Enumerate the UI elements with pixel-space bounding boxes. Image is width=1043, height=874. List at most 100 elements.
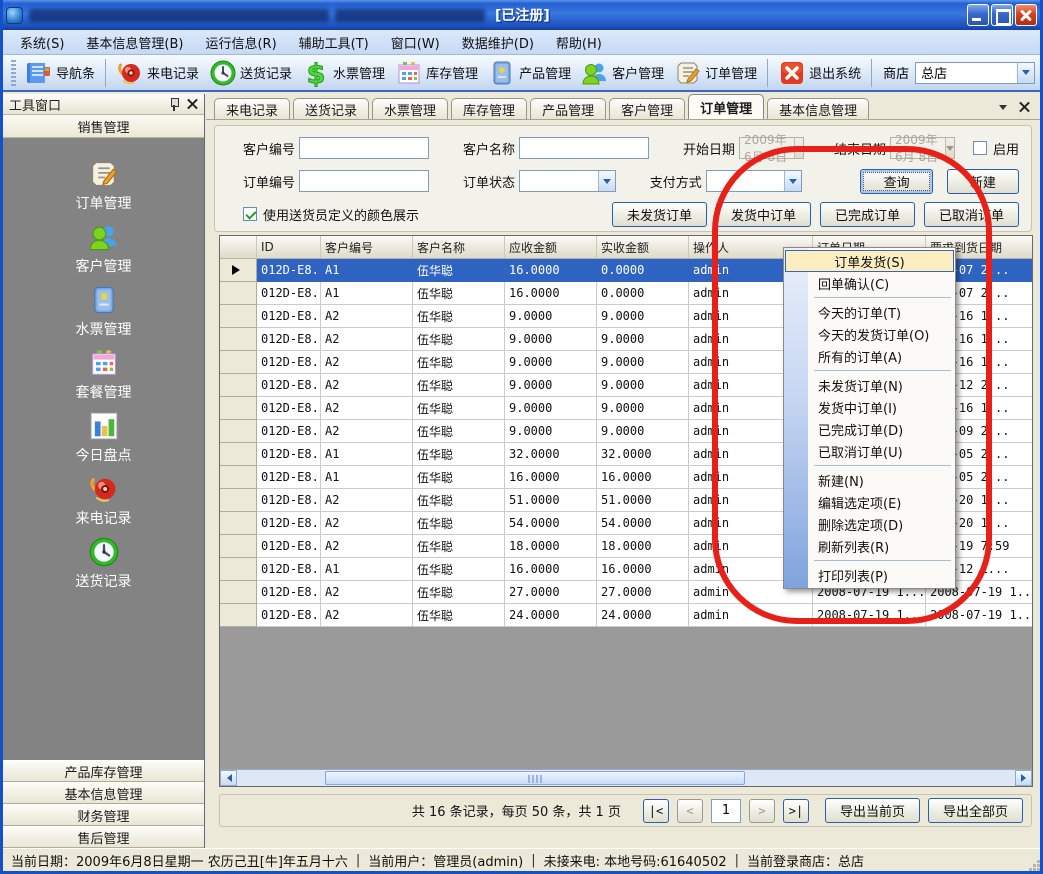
cancelled-orders-button[interactable]: 已取消订单 — [924, 202, 1019, 227]
menu-item-refresh-list[interactable]: 刷新列表(R) — [784, 535, 955, 557]
menu-item-unshipped[interactable]: 未发货订单(N) — [784, 374, 955, 396]
menu-system[interactable]: 系统(S) — [9, 30, 75, 55]
tab-delivery-records[interactable]: 送货记录 — [293, 98, 369, 119]
toolbar-orders[interactable]: 订单管理 — [669, 57, 762, 89]
unshipped-orders-button[interactable]: 未发货订单 — [612, 202, 707, 227]
tab-inventory[interactable]: 库存管理 — [451, 98, 527, 119]
end-date-dropdown-icon[interactable] — [945, 138, 954, 158]
shipping-orders-button[interactable]: 发货中订单 — [716, 202, 811, 227]
col-received[interactable]: 实收金额 — [597, 236, 689, 259]
start-date-picker[interactable]: 2009年 6月 8日 — [739, 137, 804, 159]
col-customer-code[interactable]: 客户编号 — [321, 236, 413, 259]
close-button[interactable] — [1015, 4, 1037, 26]
row-selector-cell — [220, 581, 257, 604]
scroll-right-icon[interactable] — [1015, 770, 1032, 786]
last-page-button[interactable]: >| — [783, 799, 809, 823]
sidebar-item-today-check[interactable]: 今日盘点 — [44, 406, 164, 469]
col-receivable[interactable]: 应收金额 — [505, 236, 597, 259]
toolbar-products[interactable]: 产品管理 — [483, 57, 576, 89]
close-sidebar-icon[interactable] — [187, 99, 198, 110]
sidebar-section-product-inventory[interactable]: 产品库存管理 — [3, 760, 204, 782]
menu-run-info[interactable]: 运行信息(R) — [194, 30, 287, 55]
completed-orders-button[interactable]: 已完成订单 — [820, 202, 915, 227]
minimize-button[interactable] — [967, 4, 989, 26]
shop-dropdown-icon[interactable] — [1017, 63, 1034, 83]
resize-grip[interactable] — [1037, 868, 1040, 871]
menu-item-completed[interactable]: 已完成订单(D) — [784, 418, 955, 440]
export-current-page-button[interactable]: 导出当前页 — [825, 798, 920, 823]
scroll-left-icon[interactable] — [220, 770, 237, 786]
menu-data-maintain[interactable]: 数据维护(D) — [451, 30, 545, 55]
toolbar-inventory[interactable]: 库存管理 — [390, 57, 483, 89]
prev-page-button[interactable]: < — [677, 799, 703, 823]
close-tab-icon[interactable] — [1019, 102, 1030, 113]
customer-code-input[interactable] — [299, 137, 429, 159]
toolbar-water-tickets[interactable]: 水票管理 — [297, 57, 390, 89]
pin-icon[interactable] — [169, 97, 179, 111]
order-status-select[interactable] — [519, 170, 616, 192]
order-status-dropdown-icon[interactable] — [598, 171, 615, 191]
sidebar-section-after-sales[interactable]: 售后管理 — [3, 826, 204, 848]
menu-basic-info[interactable]: 基本信息管理(B) — [75, 30, 194, 55]
sidebar-item-customers[interactable]: 客户管理 — [44, 217, 164, 280]
menu-window[interactable]: 窗口(W) — [380, 30, 451, 55]
cell-customer-name: 伍华聪 — [413, 305, 505, 328]
menu-item-confirm-receipt[interactable]: 回单确认(C) — [784, 272, 955, 294]
start-date-dropdown-icon[interactable] — [794, 138, 803, 158]
search-button[interactable]: 查询 — [860, 169, 932, 194]
toolbar-customers[interactable]: 客户管理 — [576, 57, 669, 89]
page-number-input[interactable] — [711, 799, 741, 823]
menu-item-today-orders[interactable]: 今天的订单(T) — [784, 301, 955, 323]
toolbar-call-records[interactable]: 来电记录 — [111, 57, 204, 89]
menu-item-all-orders[interactable]: 所有的订单(A) — [784, 345, 955, 367]
tab-call-records[interactable]: 来电记录 — [214, 98, 290, 119]
scrollbar-thumb[interactable] — [325, 771, 745, 785]
maximize-button[interactable] — [991, 4, 1013, 26]
sidebar-section-sales[interactable]: 销售管理 — [3, 115, 204, 138]
col-customer-name[interactable]: 客户名称 — [413, 236, 505, 259]
tab-basic-info[interactable]: 基本信息管理 — [767, 98, 869, 119]
toolbar-navigator[interactable]: 导航条 — [20, 57, 100, 89]
tab-products[interactable]: 产品管理 — [530, 98, 606, 119]
menu-item-cancelled[interactable]: 已取消订单(U) — [784, 440, 955, 462]
table-row[interactable]: 012D-E8... A2 伍华聪 24.0000 24.0000 admin … — [220, 604, 1032, 627]
customer-name-input[interactable] — [519, 137, 649, 159]
next-page-button[interactable]: > — [749, 799, 775, 823]
enable-checkbox[interactable] — [973, 141, 987, 155]
order-code-input[interactable] — [299, 170, 429, 192]
sidebar-item-orders[interactable]: 订单管理 — [44, 154, 164, 217]
tab-orders[interactable]: 订单管理 — [688, 94, 764, 119]
shop-select[interactable]: 总店 — [915, 62, 1035, 84]
sidebar-section-finance[interactable]: 财务管理 — [3, 804, 204, 826]
menu-separator — [814, 465, 951, 466]
tab-customers[interactable]: 客户管理 — [609, 98, 685, 119]
menu-item-print-list[interactable]: 打印列表(P) — [784, 564, 955, 586]
menu-item-ship-order[interactable]: 订单发货(S) — [785, 250, 954, 272]
menu-item-shipping[interactable]: 发货中订单(I) — [784, 396, 955, 418]
first-page-button[interactable]: |< — [643, 799, 669, 823]
menu-help[interactable]: 帮助(H) — [545, 30, 613, 55]
menu-item-new[interactable]: 新建(N) — [784, 469, 955, 491]
sidebar-item-water-tickets[interactable]: 水票管理 — [44, 280, 164, 343]
toolbar-delivery-records[interactable]: 送货记录 — [204, 57, 297, 89]
cell-receivable: 18.0000 — [505, 535, 597, 558]
tab-list-dropdown-icon[interactable] — [999, 105, 1007, 114]
sidebar-item-packages[interactable]: 套餐管理 — [44, 343, 164, 406]
horizontal-scrollbar[interactable] — [220, 769, 1032, 786]
export-all-pages-button[interactable]: 导出全部页 — [928, 798, 1023, 823]
sidebar-section-basic-info[interactable]: 基本信息管理 — [3, 782, 204, 804]
menu-item-delete-selected[interactable]: 删除选定项(D) — [784, 513, 955, 535]
sidebar-item-call-records[interactable]: 来电记录 — [44, 469, 164, 532]
color-display-checkbox[interactable] — [243, 207, 257, 221]
pay-method-dropdown-icon[interactable] — [784, 171, 801, 191]
menu-tools[interactable]: 辅助工具(T) — [288, 30, 380, 55]
sidebar-item-delivery-records[interactable]: 送货记录 — [44, 532, 164, 595]
end-date-picker[interactable]: 2009年 6月 8日 — [890, 137, 955, 159]
col-id[interactable]: ID — [257, 236, 321, 259]
toolbar-exit[interactable]: 退出系统 — [773, 57, 866, 89]
menu-item-edit-selected[interactable]: 编辑选定项(E) — [784, 491, 955, 513]
pay-method-select[interactable] — [706, 170, 803, 192]
tab-water-tickets[interactable]: 水票管理 — [372, 98, 448, 119]
menu-item-today-shipped[interactable]: 今天的发货订单(O) — [784, 323, 955, 345]
new-button[interactable]: 新建 — [947, 169, 1019, 194]
